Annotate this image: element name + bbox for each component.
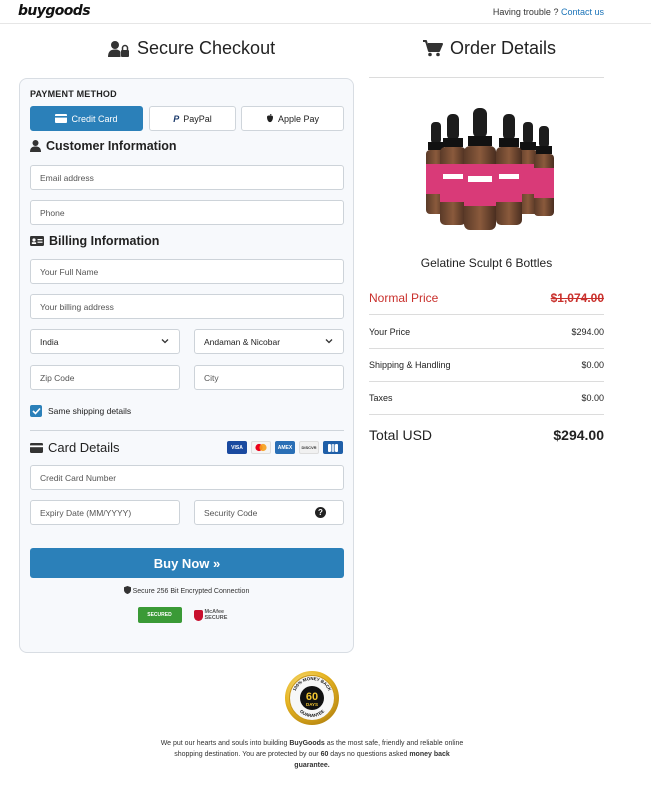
billing-address-field[interactable]: Your billing address <box>30 294 344 319</box>
money-back-guarantee-seal: 100% MONEY BACK GUARANTEE 60 DAYS <box>285 671 339 725</box>
apple-pay-tab[interactable]: Apple Pay <box>241 106 344 131</box>
total-label: Total USD <box>369 427 433 443</box>
taxes-row: Taxes $0.00 <box>369 393 604 403</box>
same-shipping-checkbox[interactable] <box>30 405 42 417</box>
credit-card-icon <box>55 114 68 123</box>
guarantee-footer-text: We put our hearts and souls into buildin… <box>160 740 464 769</box>
row-divider <box>369 348 604 349</box>
mastercard-icon <box>251 441 271 454</box>
shield-icon <box>123 586 131 594</box>
phone-field[interactable]: Phone <box>30 200 344 225</box>
full-name-field[interactable]: Your Full Name <box>30 259 344 284</box>
trust-badges: SECURED McAfee SECURE <box>20 607 353 623</box>
help-text: Having trouble ? Contact us <box>493 7 604 17</box>
card-details-title: Card Details <box>48 440 120 455</box>
id-card-icon <box>30 236 44 246</box>
your-price-row: Your Price $294.00 <box>369 327 604 337</box>
your-price-value: $294.00 <box>571 327 604 337</box>
buy-now-button[interactable]: Buy Now » <box>30 548 344 578</box>
taxes-value: $0.00 <box>581 393 604 403</box>
country-select[interactable]: India <box>30 329 180 354</box>
your-price-label: Your Price <box>369 327 411 337</box>
user-icon <box>30 140 41 152</box>
chevron-down-icon <box>325 339 333 344</box>
secure-connection-text: Secure 256 Bit Encrypted Connection <box>132 588 250 595</box>
amex-icon: AMEX <box>275 441 295 454</box>
credit-card-tab[interactable]: Credit Card <box>30 106 143 131</box>
taxes-label: Taxes <box>369 393 393 403</box>
secured-badge: SECURED <box>137 607 182 623</box>
state-select[interactable]: Andaman & Nicobar <box>194 329 344 354</box>
credit-card-tab-label: Credit Card <box>71 113 118 124</box>
total-value: $294.00 <box>553 427 604 443</box>
top-bar: buygoods Having trouble ? Contact us <box>0 0 651 24</box>
visa-icon: VISA <box>227 441 247 454</box>
order-details-title: Order Details <box>423 38 556 59</box>
product-name: Gelatine Sculpt 6 Bottles <box>420 256 553 270</box>
normal-price-label: Normal Price <box>369 291 439 305</box>
seal-days-unit: DAYS <box>306 702 318 707</box>
cart-icon <box>423 40 443 57</box>
shipping-label: Shipping & Handling <box>369 360 451 370</box>
jcb-icon <box>323 441 343 454</box>
shipping-row: Shipping & Handling $0.00 <box>369 360 604 370</box>
contact-us-link[interactable]: Contact us <box>561 7 604 17</box>
order-title-text: Order Details <box>450 38 557 58</box>
chevron-down-icon <box>161 339 169 344</box>
accepted-cards: VISA AMEX DISCVR <box>227 441 343 454</box>
card-number-field[interactable]: Credit Card Number <box>30 465 344 490</box>
check-icon <box>31 407 41 415</box>
expiry-date-field[interactable]: Expiry Date (MM/YYYY) <box>30 500 180 525</box>
security-code-field[interactable]: Security Code ? <box>194 500 344 525</box>
row-divider <box>369 314 604 315</box>
secure-connection-note: Secure 256 Bit Encrypted Connection <box>20 586 353 595</box>
total-row: Total USD $294.00 <box>369 427 604 443</box>
product-image <box>426 108 554 230</box>
normal-price-value: $1,074.00 <box>550 291 604 305</box>
customer-info-heading: Customer Information <box>30 139 177 153</box>
section-divider <box>30 430 344 431</box>
normal-price-row: Normal Price $1,074.00 <box>369 291 604 305</box>
row-divider <box>369 414 604 415</box>
help-circle-icon[interactable]: ? <box>315 507 326 518</box>
checkout-form-card: PAYMENT METHOD Credit Card P PayPal Appl… <box>19 78 354 653</box>
country-value: India <box>40 336 59 347</box>
paypal-tab[interactable]: P PayPal <box>149 106 236 131</box>
credit-card-icon <box>30 442 43 453</box>
billing-info-title: Billing Information <box>49 234 160 248</box>
billing-info-heading: Billing Information <box>30 234 159 248</box>
same-shipping-label[interactable]: Same shipping details <box>48 406 131 416</box>
payment-method-label: PAYMENT METHOD <box>30 89 117 99</box>
customer-info-title: Customer Information <box>46 139 177 153</box>
email-field[interactable]: Email address <box>30 165 344 190</box>
discover-icon: DISCVR <box>299 441 319 454</box>
mcafee-shield-icon <box>193 609 203 621</box>
apple-pay-tab-label: Apple Pay <box>277 113 320 124</box>
shipping-value: $0.00 <box>581 360 604 370</box>
same-shipping-row: Same shipping details <box>30 405 131 417</box>
user-lock-icon <box>108 40 129 57</box>
row-divider <box>369 381 604 382</box>
mcafee-secure-badge: McAfee SECURE <box>193 607 236 623</box>
zip-code-field[interactable]: Zip Code <box>30 365 180 390</box>
buygoods-logo[interactable]: buygoods <box>18 3 91 19</box>
paypal-tab-label: PayPal <box>183 113 212 124</box>
apple-icon <box>266 114 273 123</box>
state-value: Andaman & Nicobar <box>204 336 281 347</box>
card-details-heading: Card Details <box>30 440 120 455</box>
help-label: Having trouble ? <box>492 7 559 17</box>
security-code-placeholder: Security Code <box>204 507 258 518</box>
checkout-title-text: Secure Checkout <box>137 38 276 58</box>
secure-checkout-title: Secure Checkout <box>108 38 275 59</box>
order-top-divider <box>369 77 604 78</box>
paypal-icon: P <box>173 113 180 124</box>
city-field[interactable]: City <box>194 365 344 390</box>
